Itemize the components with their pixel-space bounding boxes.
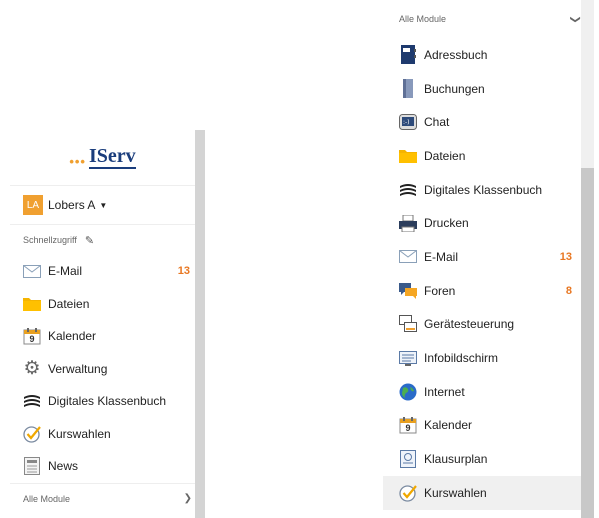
module-item-files[interactable]: Dateien xyxy=(383,139,581,173)
address-book-icon xyxy=(399,45,417,65)
folder-icon xyxy=(23,295,41,313)
sidebar-item-label: Dateien xyxy=(48,296,90,311)
sidebar-item-calendar[interactable]: 9 Kalender xyxy=(10,320,195,353)
module-item-label: Dateien xyxy=(424,148,466,163)
books-icon xyxy=(23,392,41,410)
module-item-class-register[interactable]: Digitales Klassenbuch xyxy=(383,173,581,207)
module-item-calendar[interactable]: 9 Kalender xyxy=(383,409,581,443)
gear-icon: ⚙ xyxy=(23,358,41,380)
module-item-bookings[interactable]: Buchungen xyxy=(383,72,581,106)
module-item-exam-plan[interactable]: Klausurplan xyxy=(383,442,581,476)
module-item-device-control[interactable]: Gerätesteuerung xyxy=(383,308,581,342)
calendar-icon-number: 9 xyxy=(29,334,35,345)
sidebar-item-course-choice[interactable]: Kurswahlen xyxy=(10,418,195,451)
pencil-icon[interactable]: ✎ xyxy=(85,234,94,247)
sidebar-item-label: E-Mail xyxy=(48,264,83,279)
forum-count-badge: 8 xyxy=(565,284,572,297)
sidebar-item-label: Verwaltung xyxy=(48,361,108,376)
mail-icon xyxy=(23,262,41,280)
module-item-label: E-Mail xyxy=(424,249,459,264)
email-count-badge: 13 xyxy=(177,265,190,278)
logo-text: IServ xyxy=(88,145,136,169)
all-modules-panel: Alle Module ❯ Adressbuch Buchungen :-) C… xyxy=(383,0,581,518)
chat-icon: :-) xyxy=(399,113,417,131)
caret-down-icon: ▼ xyxy=(99,200,108,210)
sidebar-item-class-register[interactable]: Digitales Klassenbuch xyxy=(10,385,195,418)
all-modules-label: Alle Module xyxy=(23,493,71,504)
iserv-logo[interactable]: ••• IServ xyxy=(10,130,195,186)
module-item-label: Buchungen xyxy=(424,81,485,96)
module-item-label: Digitales Klassenbuch xyxy=(424,182,543,197)
news-icon xyxy=(23,457,41,476)
sidebar-item-label: News xyxy=(48,459,79,474)
calendar-icon: 9 xyxy=(399,416,417,434)
module-item-internet[interactable]: Internet xyxy=(383,375,581,409)
module-item-label: Gerätesteuerung xyxy=(424,317,515,332)
check-icon xyxy=(399,484,417,502)
check-icon xyxy=(23,425,41,443)
module-item-forums[interactable]: Foren 8 xyxy=(383,274,581,308)
module-item-course-choice[interactable]: Kurswahlen xyxy=(383,475,581,510)
logo-dots: ••• xyxy=(69,154,86,169)
forum-icon xyxy=(399,282,417,300)
module-item-label: Infobildschirm xyxy=(424,351,499,366)
booking-icon xyxy=(399,79,417,99)
sidebar-item-label: Kalender xyxy=(48,329,97,344)
module-item-label: Kalender xyxy=(424,418,473,433)
module-item-chat[interactable]: :-) Chat xyxy=(383,105,581,139)
avatar: LA xyxy=(23,195,43,215)
exam-plan-icon xyxy=(399,450,417,469)
module-item-label: Chat xyxy=(424,115,450,130)
module-item-label: Internet xyxy=(424,384,465,399)
sidebar-item-email[interactable]: E-Mail 13 xyxy=(10,255,195,288)
left-scrollbar[interactable] xyxy=(195,130,205,518)
all-modules-label: Alle Module xyxy=(399,14,447,24)
sidebar-item-label: Kurswahlen xyxy=(48,426,111,441)
all-modules-toggle[interactable]: Alle Module ❯ xyxy=(383,0,581,38)
email-count-badge: 13 xyxy=(559,250,572,263)
info-screen-icon xyxy=(399,349,417,367)
module-item-print[interactable]: Drucken xyxy=(383,206,581,240)
right-scrollbar-thumb[interactable] xyxy=(581,168,594,518)
svg-text::-): :-) xyxy=(403,119,410,126)
calendar-icon: 9 xyxy=(23,327,41,345)
sidebar-item-admin[interactable]: ⚙ Verwaltung xyxy=(10,353,195,386)
folder-icon xyxy=(399,147,417,165)
globe-icon xyxy=(399,383,417,401)
module-item-info-screen[interactable]: Infobildschirm xyxy=(383,341,581,375)
books-icon xyxy=(399,181,417,199)
module-item-label: Kurswahlen xyxy=(424,485,487,500)
user-menu[interactable]: LA Lobers A ▼ xyxy=(10,186,195,225)
user-name: Lobers A xyxy=(48,198,96,212)
module-item-email[interactable]: E-Mail 13 xyxy=(383,240,581,274)
quick-access-header: Schnellzugriff ✎ xyxy=(10,225,195,255)
module-item-label: Klausurplan xyxy=(424,452,488,467)
sidebar-item-news[interactable]: News xyxy=(10,450,195,483)
module-item-label: Foren xyxy=(424,283,456,298)
module-item-label: Adressbuch xyxy=(424,47,488,62)
sidebar-item-label: Digitales Klassenbuch xyxy=(48,394,167,409)
sidebar-item-files[interactable]: Dateien xyxy=(10,288,195,321)
chevron-down-icon: ❯ xyxy=(183,493,192,504)
module-item-label: Drucken xyxy=(424,216,469,231)
printer-icon xyxy=(399,214,417,232)
quick-access-label: Schnellzugriff xyxy=(23,235,77,245)
all-modules-toggle[interactable]: Alle Module ❯ xyxy=(10,482,195,514)
device-control-icon xyxy=(399,315,417,333)
module-item-address-book[interactable]: Adressbuch xyxy=(383,38,581,72)
left-sidebar: ••• IServ LA Lobers A ▼ Schnellzugriff ✎… xyxy=(10,130,195,518)
chevron-down-icon: ❯ xyxy=(569,14,581,24)
calendar-icon-number: 9 xyxy=(405,423,411,434)
mail-icon xyxy=(399,248,417,266)
